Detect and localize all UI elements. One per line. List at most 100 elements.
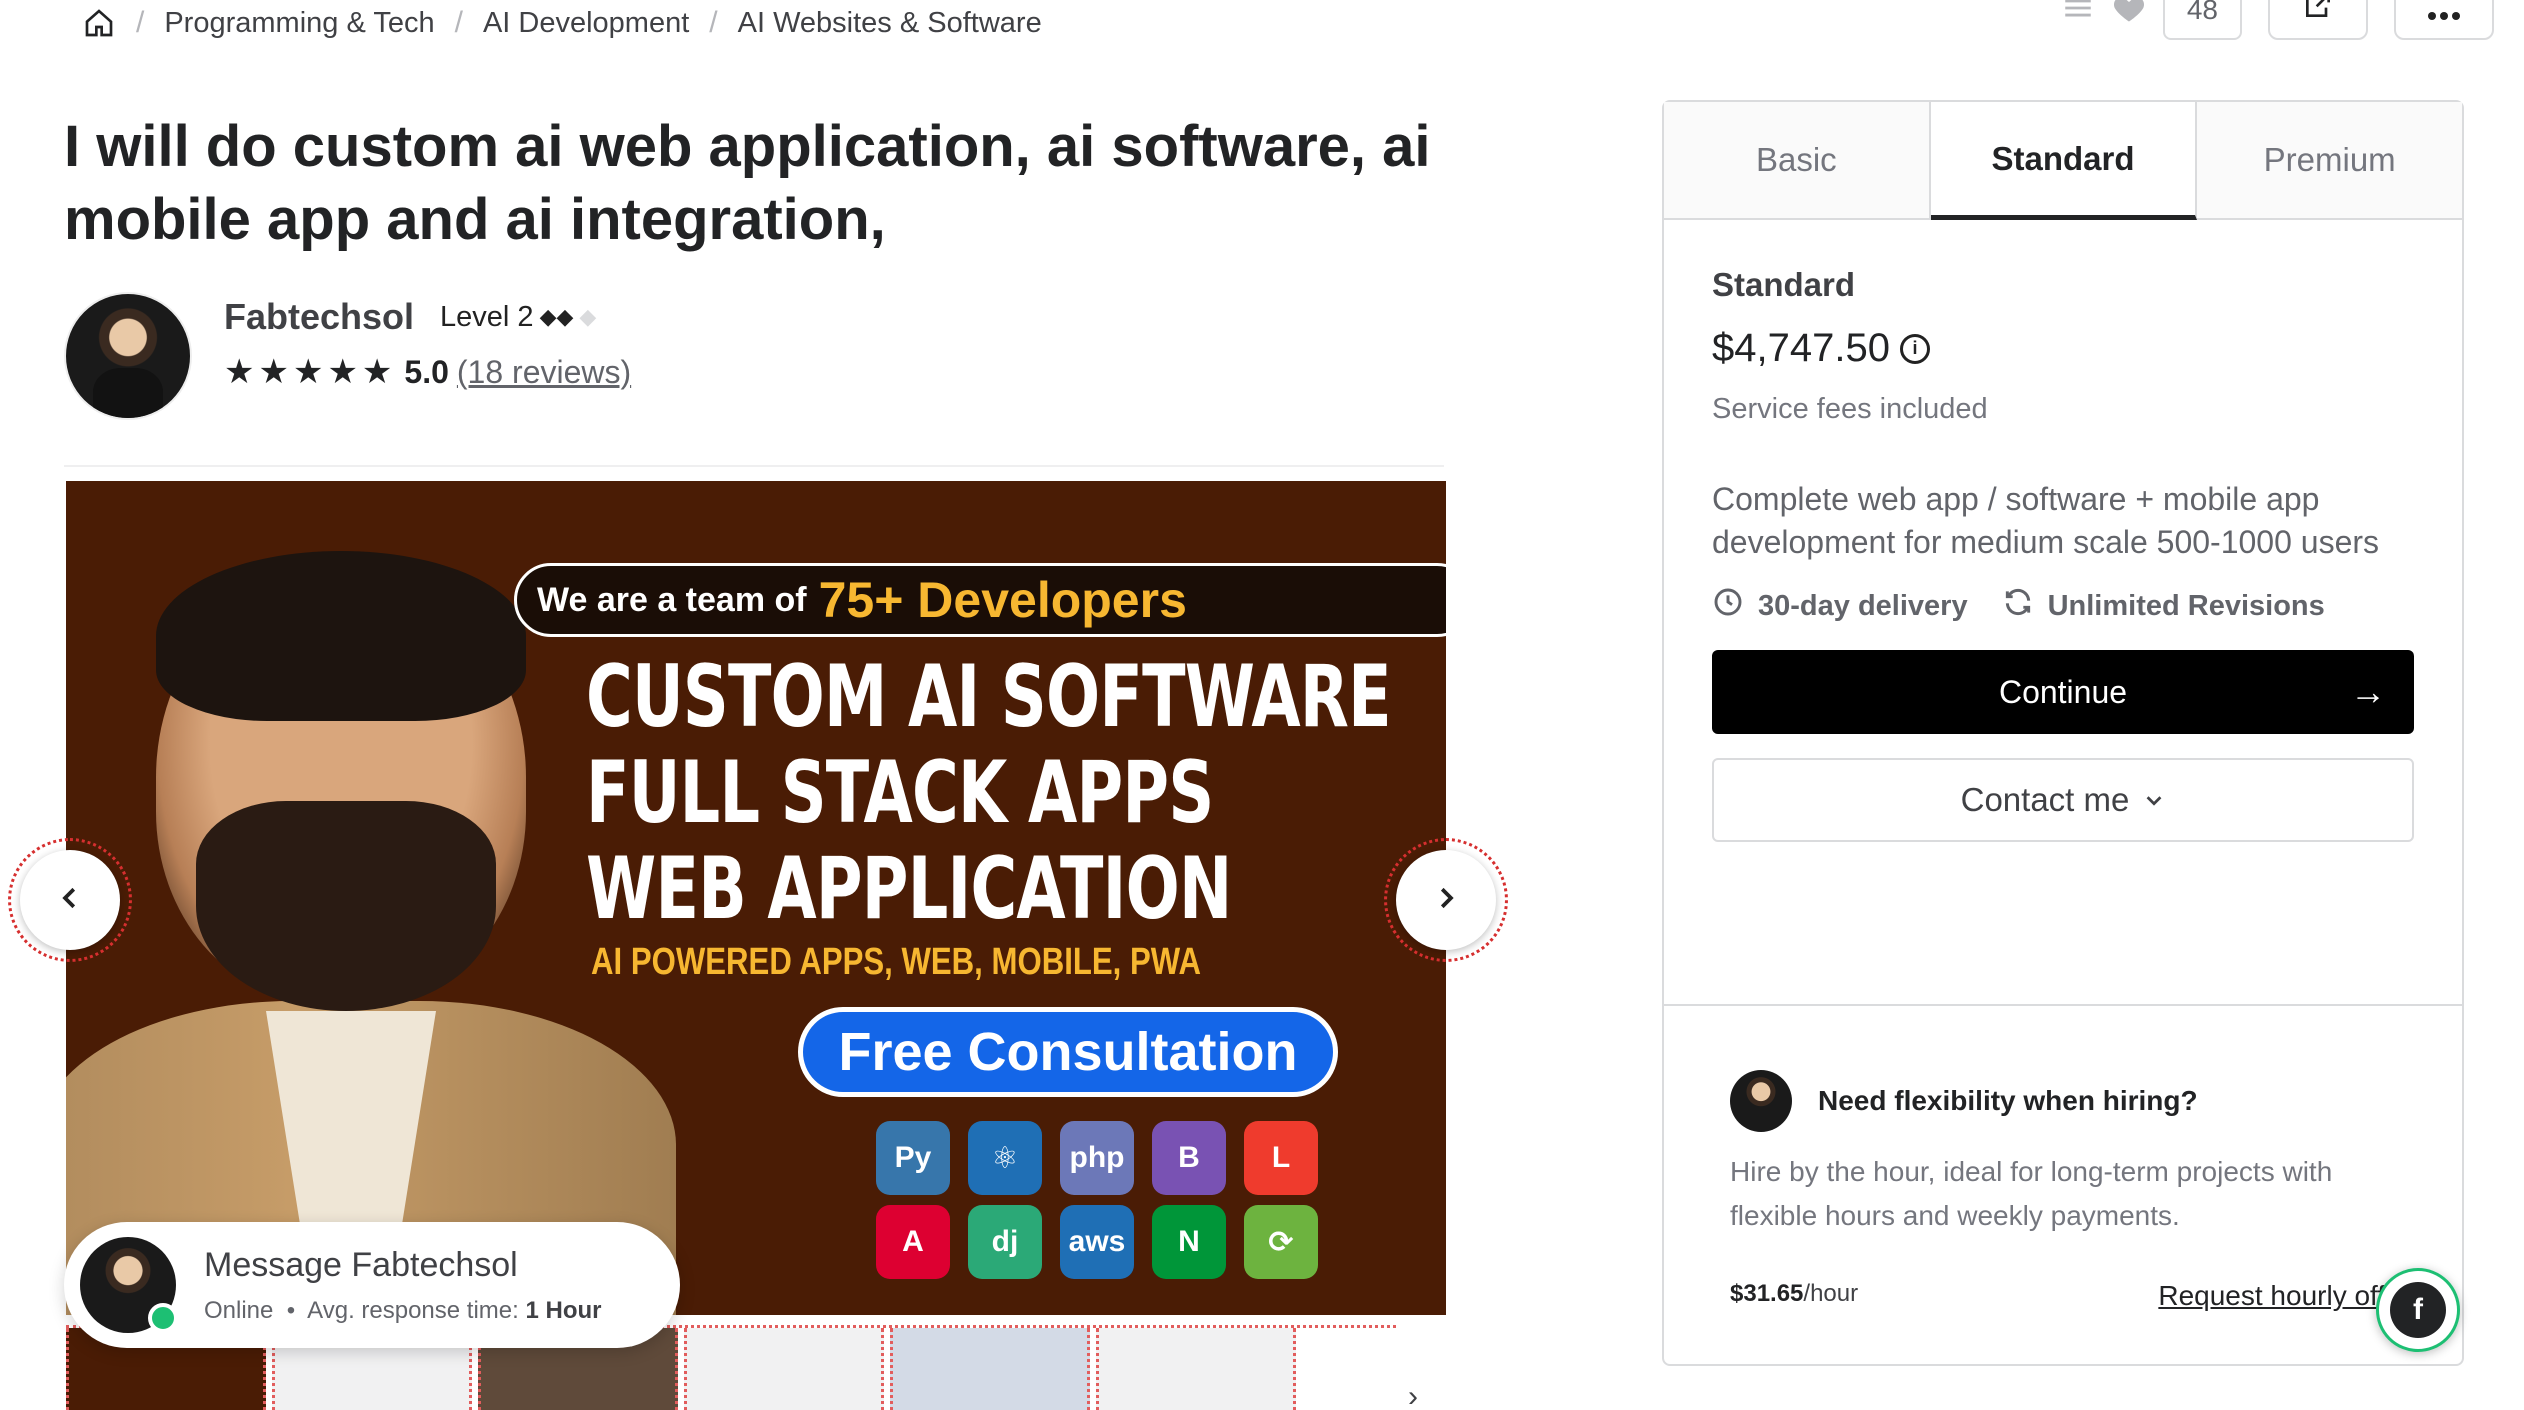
- help-icon: f: [2390, 1282, 2446, 1338]
- seller-avatar: [80, 1237, 178, 1333]
- refresh-icon: [2002, 586, 2034, 626]
- response-time-label: Avg. response time:: [307, 1296, 519, 1324]
- gallery-thumbnail[interactable]: [1096, 1328, 1296, 1410]
- share-icon: [2302, 0, 2334, 26]
- hourly-rate-value: $31.65: [1730, 1280, 1804, 1307]
- seller-overview: Fabtechsol Level 2 ◆◆ ◆ ★★★★★ 5.0 (18 rev…: [64, 292, 631, 420]
- hourly-footer: $31.65/hour Request hourly offer: [1730, 1280, 2410, 1312]
- gallery-next-button[interactable]: [1396, 850, 1496, 950]
- tech-logo-icon: N: [1152, 1205, 1226, 1279]
- breadcrumb-item-ai-websites[interactable]: AI Websites & Software: [738, 7, 1042, 40]
- chevron-down-icon: [2143, 781, 2165, 819]
- hourly-rate: $31.65/hour: [1730, 1280, 1858, 1312]
- thumbnails-next-icon[interactable]: ›: [1408, 1380, 1418, 1410]
- tech-logo-icon: ⟳: [1244, 1205, 1318, 1279]
- message-seller-bubble[interactable]: Message Fabtechsol Online • Avg. respons…: [64, 1222, 680, 1348]
- continue-button[interactable]: Continue →: [1712, 650, 2414, 734]
- clock-icon: [1712, 586, 1744, 626]
- hourly-title: Need flexibility when hiring?: [1818, 1085, 2198, 1116]
- tech-logo-icon: Py: [876, 1121, 950, 1195]
- hero-consultation-badge: Free Consultation: [798, 1007, 1338, 1097]
- share-button[interactable]: [2268, 0, 2368, 40]
- gallery-thumbnail[interactable]: [684, 1328, 884, 1410]
- request-hourly-offer-link[interactable]: Request hourly offer: [2158, 1280, 2410, 1312]
- breadcrumb-separator: /: [136, 6, 145, 39]
- revisions-text: Unlimited Revisions: [2047, 589, 2325, 622]
- hero-team-banner: We are a team of 75+ Developers: [514, 563, 1446, 637]
- tab-standard[interactable]: Standard: [1930, 102, 2198, 220]
- continue-label: Continue: [1998, 673, 2128, 710]
- gig-actions: 48: [2061, 0, 2494, 40]
- hero-line: FULL STACK APPS: [586, 743, 1214, 843]
- hourly-description: Hire by the hour, ideal for long-term pr…: [1730, 1156, 2333, 1231]
- heart-icon[interactable]: [2111, 0, 2147, 31]
- chevron-left-icon: [55, 883, 85, 918]
- level-diamond-empty-icon: ◆: [579, 304, 597, 329]
- online-status: Online: [204, 1296, 274, 1324]
- seller-info: Fabtechsol Level 2 ◆◆ ◆ ★★★★★ 5.0 (18 rev…: [224, 292, 631, 420]
- seller-avatar[interactable]: [64, 292, 192, 420]
- delivery-info: 30-day delivery: [1712, 586, 1968, 626]
- seller-level-text: Level 2: [440, 300, 534, 333]
- reviews-link[interactable]: (18 reviews): [457, 354, 631, 391]
- tech-logos: Py ⚛ php B L Adj aws N ⟳: [876, 1121, 1336, 1279]
- chevron-right-icon: [1431, 883, 1461, 918]
- package-meta: 30-day delivery Unlimited Revisions: [1712, 586, 2414, 626]
- seller-avatar: [1730, 1070, 1792, 1132]
- star-rating-icon: ★★★★★: [224, 353, 397, 391]
- package-card: Basic Standard Premium Standard $4,747.5…: [1662, 100, 2464, 1366]
- gallery-prev-button[interactable]: [20, 850, 120, 950]
- gig-title: I will do custom ai web application, ai …: [64, 114, 1431, 252]
- package-price: $4,747.50: [1712, 326, 1890, 370]
- message-status-line: Online • Avg. response time: 1 Hour: [204, 1297, 602, 1325]
- hero-line: WEB APPLICATION: [586, 839, 1232, 939]
- delivery-text: 30-day delivery: [1758, 589, 1968, 622]
- more-icon: [2427, 8, 2461, 26]
- tech-logo-icon: A: [876, 1205, 950, 1279]
- rating-score: 5.0: [404, 353, 449, 390]
- tab-premium[interactable]: Premium: [2197, 102, 2463, 218]
- gallery-main-image[interactable]: We are a team of 75+ Developers CUSTOM A…: [66, 481, 1446, 1315]
- tech-logo-icon: aws: [1060, 1205, 1134, 1279]
- package-description: Complete web app / software + mobile app…: [1712, 481, 2380, 560]
- service-fees-note: Service fees included: [1712, 393, 1988, 425]
- breadcrumb: / Programming & Tech / AI Development / …: [82, 0, 1042, 46]
- response-time-value: 1 Hour: [525, 1296, 602, 1324]
- tech-logo-icon: dj: [968, 1205, 1042, 1279]
- seller-name[interactable]: Fabtechsol: [224, 296, 414, 338]
- contact-me-button[interactable]: Contact me: [1712, 758, 2414, 842]
- revisions-info: Unlimited Revisions: [2002, 586, 2325, 626]
- info-icon[interactable]: i: [1899, 333, 1930, 364]
- package-content: Standard $4,747.50 i Service fees includ…: [1664, 220, 2462, 842]
- gallery-thumbnail[interactable]: [890, 1328, 1090, 1410]
- seller-rating: ★★★★★ 5.0 (18 reviews): [224, 352, 631, 392]
- hourly-offer-section: Need flexibility when hiring? Hire by th…: [1730, 1070, 2410, 1312]
- package-tabs: Basic Standard Premium: [1664, 102, 2463, 220]
- message-title: Message Fabtechsol: [204, 1245, 518, 1284]
- breadcrumb-item-ai-development[interactable]: AI Development: [483, 7, 689, 40]
- more-options-button[interactable]: [2394, 0, 2494, 40]
- gallery-divider: [64, 465, 1444, 467]
- list-icon[interactable]: [2061, 0, 2095, 30]
- bullet-separator: •: [280, 1296, 308, 1324]
- breadcrumb-separator: /: [709, 6, 718, 39]
- home-icon[interactable]: [82, 6, 116, 40]
- help-widget-button[interactable]: f: [2376, 1268, 2460, 1352]
- card-divider: [1664, 1004, 2462, 1006]
- arrow-right-icon: →: [2350, 671, 2386, 712]
- breadcrumb-separator: /: [454, 6, 463, 39]
- hourly-rate-unit: /hour: [1803, 1280, 1859, 1307]
- tab-basic[interactable]: Basic: [1664, 102, 1931, 218]
- breadcrumb-item-programming[interactable]: Programming & Tech: [164, 7, 434, 40]
- tech-logo-icon: ⚛: [968, 1121, 1042, 1195]
- package-price-row: $4,747.50 i: [1712, 326, 2414, 371]
- hero-team-small: We are a team of: [537, 580, 807, 619]
- hero-subline: AI POWERED APPS, WEB, MOBILE, PWA: [591, 941, 1201, 983]
- save-gig-group[interactable]: 48: [2061, 0, 2242, 40]
- tech-logo-icon: B: [1152, 1121, 1226, 1195]
- online-status-icon: [148, 1303, 178, 1333]
- hero-headline: CUSTOM AI SOFTWARE FULL STACK APPS WEB A…: [586, 649, 1446, 937]
- tech-logo-icon: php: [1060, 1121, 1134, 1195]
- seller-level-badge: Level 2 ◆◆ ◆: [440, 301, 596, 334]
- level-diamond-icon: ◆◆: [539, 304, 574, 329]
